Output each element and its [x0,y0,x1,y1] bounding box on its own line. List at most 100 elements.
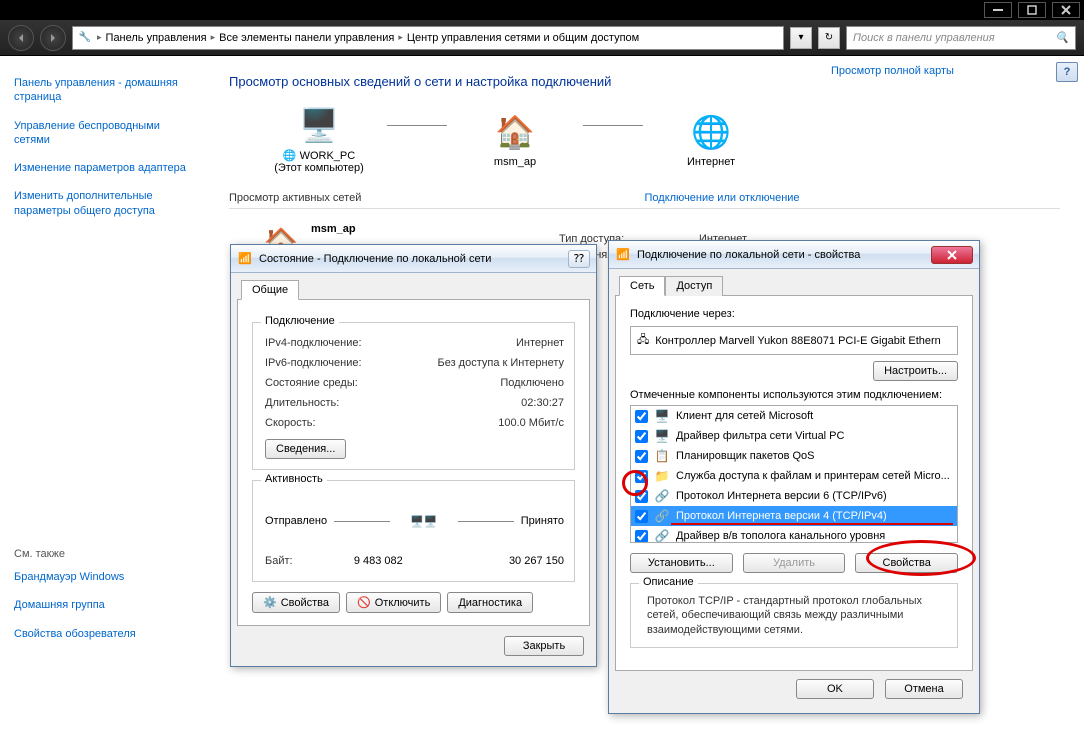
dialog-titlebar[interactable]: 📶 Подключение по локальной сети - свойст… [609,241,979,269]
window-titlebar [0,0,1084,20]
checkbox[interactable] [635,510,648,523]
node-sublabel: (Этот компьютер) [259,162,379,174]
driver-icon: 🖥️ [654,428,670,444]
adapter-field: 🖧 Контроллер Marvell Yukon 88E8071 PCI-E… [630,326,958,355]
sidebar-link-homegroup[interactable]: Домашняя группа [14,598,191,612]
search-icon: 🔍 [1055,31,1069,44]
stat-label: Длительность: [265,397,339,409]
connect-via-label: Подключение через: [630,308,958,320]
annotation-ellipse [866,540,976,576]
ok-button[interactable]: OK [796,679,874,699]
list-item-selected: 🔗Протокол Интернета версии 4 (TCP/IPv4) [631,506,957,526]
diagnostics-button[interactable]: Диагностика [447,592,533,613]
connection-line [334,521,390,522]
stat-value: 02:30:27 [521,397,564,409]
tab-pane: Подключение IPv4-подключение: Интернет IP… [237,300,590,626]
dialog-title: Состояние - Подключение по локальной сет… [259,253,491,265]
adapter-name: Контроллер Marvell Yukon 88E8071 PCI-E G… [655,335,941,347]
dialog-title: Подключение по локальной сети - свойства [637,249,860,261]
monitors-icon: 🖥️🖥️ [397,499,451,543]
node-label: Интернет [651,156,771,168]
node-label: msm_ap [455,156,575,168]
house-icon: 🏠 [491,112,539,152]
stat-label: IPv4-подключение: [265,337,362,349]
details-button[interactable]: Сведения... [265,439,346,459]
network-node-this-pc: 🖥️ 🌐 WORK_PC (Этот компьютер) [259,105,379,174]
connection-line [387,125,447,126]
sidebar-link-wireless[interactable]: Управление беспроводными сетями [14,119,191,148]
sidebar-link-firewall[interactable]: Брандмауэр Windows [14,570,191,584]
protocol-icon: 🔗 [654,508,670,524]
bytes-sent-value: 9 483 082 [293,555,464,567]
close-button[interactable]: Закрыть [504,636,584,656]
item-label: Планировщик пакетов QoS [676,450,815,462]
globe-icon: 🌐 [687,112,735,152]
sidebar-link-browser-props[interactable]: Свойства обозревателя [14,627,191,641]
dialog-help-button[interactable]: ⁇ [568,250,590,268]
address-dropdown[interactable]: ▾ [790,27,812,49]
checkbox[interactable] [635,410,648,423]
cancel-button[interactable]: Отмена [885,679,963,699]
minimize-button[interactable] [984,2,1012,18]
description-group: Описание Протокол TCP/IP - стандартный п… [630,583,958,648]
description-text: Протокол TCP/IP - стандартный протокол г… [643,594,947,637]
breadcrumb[interactable]: Панель управления [106,32,207,44]
checkbox[interactable] [635,450,648,463]
status-dialog: 📶 Состояние - Подключение по локальной с… [230,244,597,667]
driver-icon: 🔗 [654,528,670,543]
search-input[interactable]: Поиск в панели управления 🔍 [846,26,1076,50]
protocol-icon: 🔗 [654,488,670,504]
back-button[interactable] [8,25,34,51]
group-title: Подключение [261,315,339,327]
close-button[interactable] [1052,2,1080,18]
group-title: Активность [261,473,327,485]
connect-disconnect-link[interactable]: Подключение или отключение [645,192,1061,209]
breadcrumb[interactable]: Центр управления сетями и общим доступом [407,32,639,44]
network-icon: 📶 [615,247,631,263]
search-placeholder: Поиск в панели управления [853,32,995,44]
checkbox[interactable] [635,430,648,443]
item-label: Драйвер в/в тополога канального уровня [676,530,885,542]
chevron-icon: ▸ [209,32,218,43]
configure-button[interactable]: Настроить... [873,361,958,381]
chevron-icon: ▸ [396,32,405,43]
tab-access[interactable]: Доступ [665,276,723,296]
refresh-button[interactable]: ↻ [818,27,840,49]
breadcrumb[interactable]: Все элементы панели управления [219,32,394,44]
full-map-link[interactable]: Просмотр полной карты [831,65,954,184]
tab-network[interactable]: Сеть [619,276,665,296]
sidebar-home[interactable]: Панель управления - домашняя страница [14,76,191,105]
list-item: 🔗Протокол Интернета версии 6 (TCP/IPv6) [631,486,957,506]
install-button[interactable]: Установить... [630,553,733,573]
checkbox[interactable] [635,530,648,543]
remove-button: Удалить [743,553,846,573]
stat-value: Интернет [516,337,564,349]
sidebar-link-sharing[interactable]: Изменить дополнительные параметры общего… [14,189,191,218]
tab-general[interactable]: Общие [241,280,299,300]
dialog-titlebar[interactable]: 📶 Состояние - Подключение по локальной с… [231,245,596,273]
annotation-underline [671,523,953,525]
connection-group: Подключение IPv4-подключение:Интернет IP… [252,322,575,470]
properties-button[interactable]: ⚙️Свойства [252,592,340,613]
maximize-button[interactable] [1018,2,1046,18]
annotation-circle [622,470,648,496]
disable-button[interactable]: 🚫Отключить [346,592,441,613]
scheduler-icon: 📋 [654,448,670,464]
list-item: 📁Служба доступа к файлам и принтерам сет… [631,466,957,486]
list-item: 📋 Планировщик пакетов QoS [631,446,957,466]
components-list[interactable]: 🖥️Клиент для сетей Microsoft 🖥️Драйвер ф… [630,405,958,543]
sidebar-link-adapter[interactable]: Изменение параметров адаптера [14,161,191,175]
bytes-label: Байт: [265,555,293,567]
address-bar[interactable]: 🔧 ▸ Панель управления ▸ Все элементы пан… [72,26,784,50]
node-label: 🌐 WORK_PC [259,149,379,162]
computer-icon: 🖥️ [295,105,343,145]
forward-button[interactable] [40,25,66,51]
group-title: Описание [639,576,698,588]
dialog-close-button[interactable] [931,246,973,264]
disable-icon: 🚫 [357,596,371,609]
stat-label: Скорость: [265,417,316,429]
stat-label: IPv6-подключение: [265,357,362,369]
tab-pane: Подключение через: 🖧 Контроллер Marvell … [615,296,973,671]
network-name: msm_ap [311,223,356,235]
connection-line [583,125,643,126]
